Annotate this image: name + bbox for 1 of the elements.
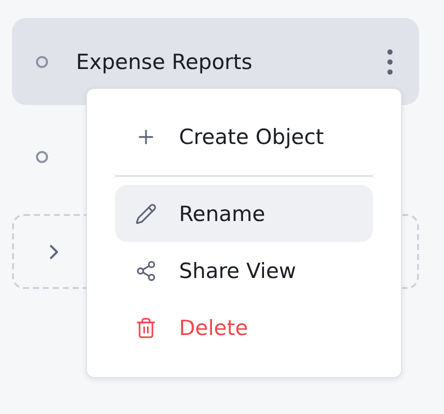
item-label: Expense Reports (76, 50, 254, 74)
